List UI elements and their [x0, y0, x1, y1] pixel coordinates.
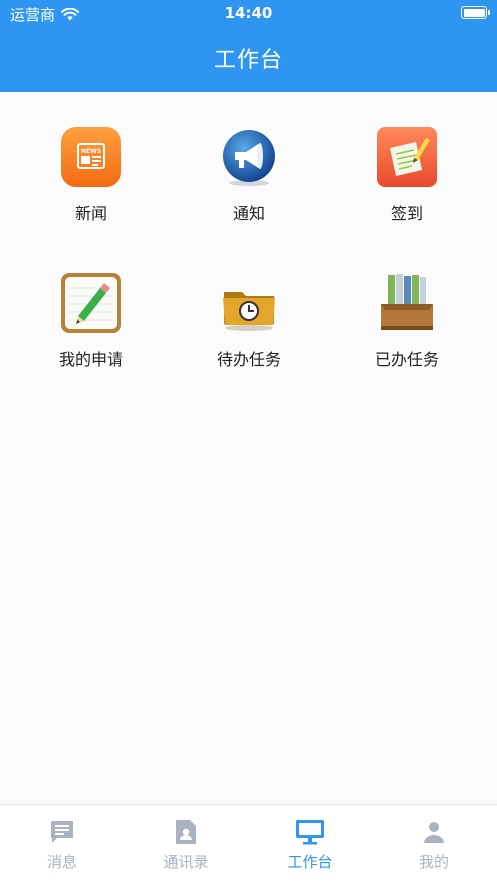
grid-item-label: 签到: [390, 204, 423, 223]
status-time: 14:40: [224, 4, 273, 22]
clock-folder-icon: [218, 272, 280, 334]
grid-item-notice[interactable]: 通知: [179, 126, 319, 236]
sign-in-icon: [376, 126, 438, 188]
tab-label: 通讯录: [163, 853, 209, 871]
battery-icon: [461, 6, 490, 19]
tab-workbench[interactable]: 工作台: [248, 805, 372, 883]
grid-item-completed-tasks[interactable]: 已办任务: [337, 272, 477, 382]
tab-bar: 消息 通讯录 工作台 我的: [0, 804, 497, 883]
svg-text:NEWS: NEWS: [81, 148, 101, 155]
grid-item-pending-tasks[interactable]: 待办任务: [179, 272, 319, 382]
megaphone-icon: [218, 126, 280, 188]
person-icon: [419, 817, 449, 847]
contacts-icon: [171, 817, 201, 847]
tab-messages[interactable]: 消息: [0, 805, 124, 883]
message-icon: [47, 817, 77, 847]
grid-item-my-application[interactable]: 我的申请: [21, 272, 161, 382]
tab-label: 工作台: [287, 853, 333, 871]
status-bar: 运营商 14:40: [0, 0, 497, 26]
workbench-grid: NEWS 新闻 通知 签到 我的申请 待办任务 已办任务: [0, 92, 497, 804]
binders-icon: [376, 272, 438, 334]
news-icon: NEWS: [60, 126, 122, 188]
header: 运营商 14:40 工作台: [0, 0, 497, 92]
grid-item-label: 已办任务: [374, 350, 439, 369]
tab-label: 消息: [46, 853, 77, 871]
tab-me[interactable]: 我的: [372, 805, 496, 883]
grid-item-news[interactable]: NEWS 新闻: [21, 126, 161, 236]
grid-item-label: 我的申请: [58, 350, 123, 369]
page-title: 工作台: [213, 48, 283, 73]
grid-item-signin[interactable]: 签到: [337, 126, 477, 236]
grid-item-label: 待办任务: [216, 350, 281, 369]
desktop-icon: [295, 817, 325, 847]
grid-item-label: 通知: [232, 204, 265, 223]
tab-contacts[interactable]: 通讯录: [124, 805, 248, 883]
tab-label: 我的: [418, 853, 449, 871]
pencil-note-icon: [60, 272, 122, 334]
grid-item-label: 新闻: [74, 204, 107, 223]
